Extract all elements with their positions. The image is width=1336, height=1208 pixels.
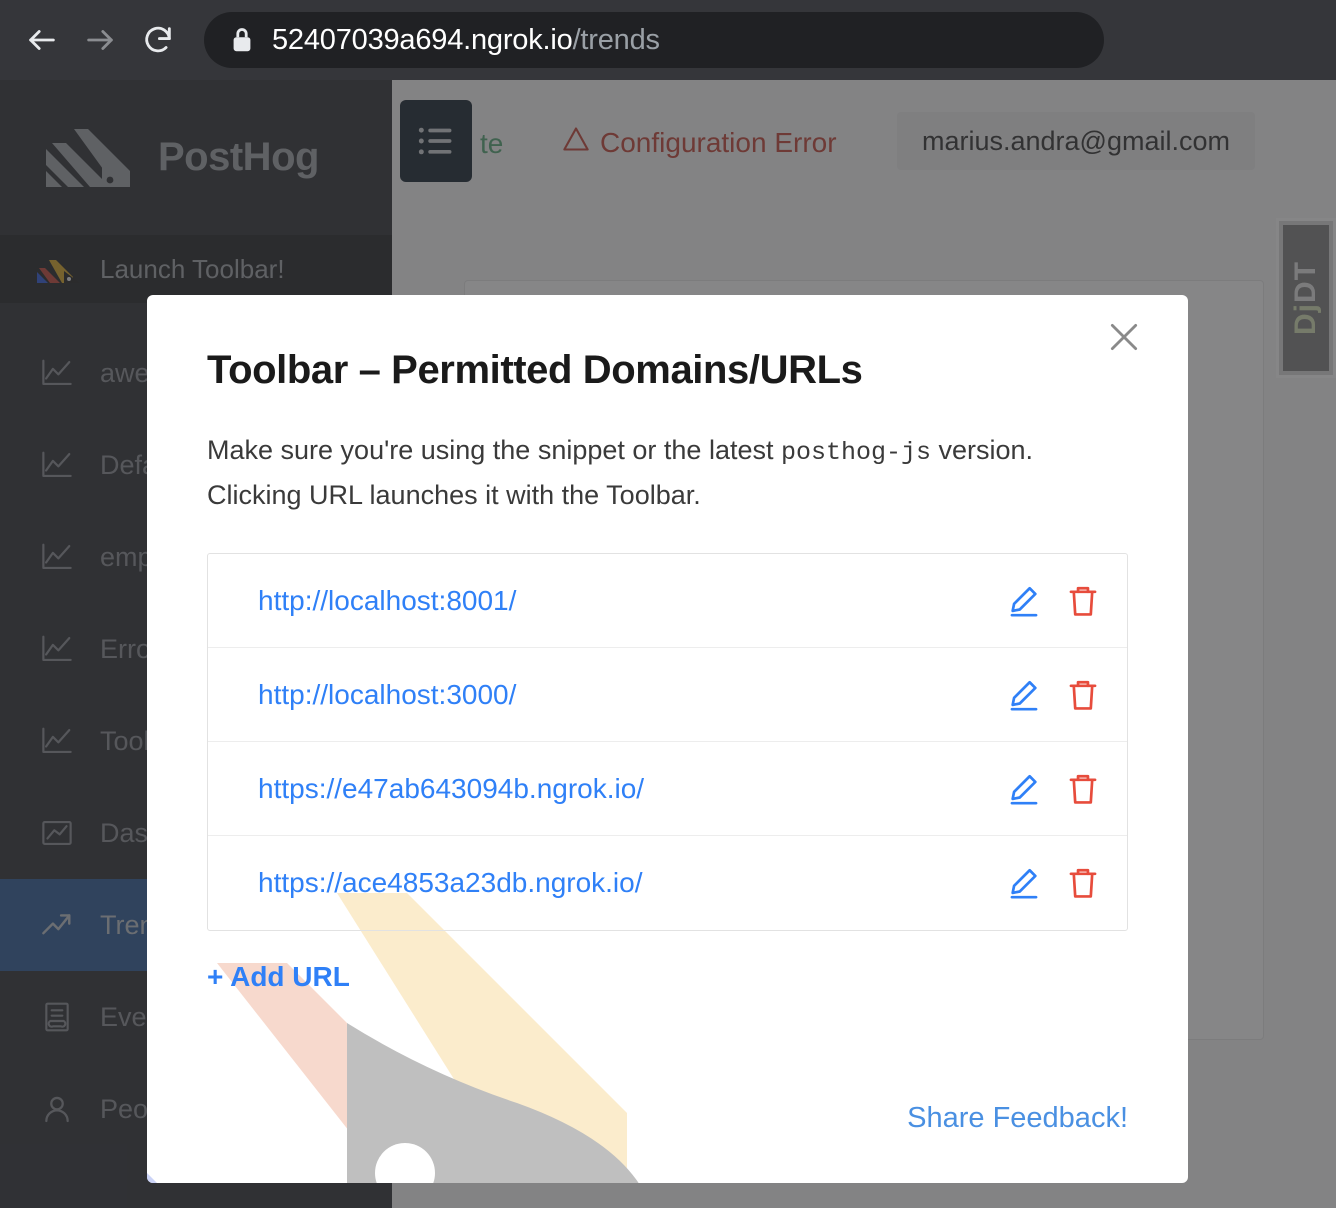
url-text: 52407039a694.ngrok.io/trends bbox=[272, 24, 660, 57]
url-domain: 52407039a694.ngrok.io bbox=[272, 24, 573, 56]
pencil-edit-icon[interactable] bbox=[1007, 866, 1041, 900]
trash-delete-icon[interactable] bbox=[1067, 678, 1099, 712]
trash-delete-icon[interactable] bbox=[1067, 772, 1099, 806]
list-item: https://ace4853a23db.ngrok.io/ bbox=[208, 836, 1127, 930]
add-url-button[interactable]: + Add URL bbox=[207, 961, 350, 993]
row-actions bbox=[1007, 584, 1099, 618]
reload-icon bbox=[141, 23, 175, 57]
list-item: http://localhost:3000/ bbox=[208, 648, 1127, 742]
trash-delete-icon[interactable] bbox=[1067, 866, 1099, 900]
share-feedback-link[interactable]: Share Feedback! bbox=[907, 1102, 1128, 1135]
close-button[interactable] bbox=[1098, 313, 1150, 365]
modal-body: Toolbar – Permitted Domains/URLs Make su… bbox=[147, 295, 1188, 1183]
back-button[interactable] bbox=[18, 16, 66, 64]
url-link[interactable]: http://localhost:3000/ bbox=[258, 679, 516, 711]
arrow-left-icon bbox=[25, 23, 59, 57]
permitted-url-list: http://localhost:8001/ bbox=[207, 553, 1128, 931]
browser-toolbar: 52407039a694.ngrok.io/trends bbox=[0, 0, 1336, 80]
screenshot-root: 52407039a694.ngrok.io/trends te bbox=[0, 0, 1336, 1208]
url-path: /trends bbox=[573, 24, 660, 56]
close-icon bbox=[1104, 317, 1144, 362]
reload-button[interactable] bbox=[134, 16, 182, 64]
description-code: posthog-js bbox=[781, 438, 931, 467]
permitted-domains-modal: Toolbar – Permitted Domains/URLs Make su… bbox=[147, 295, 1188, 1183]
row-actions bbox=[1007, 678, 1099, 712]
description-part1: Make sure you're using the snippet or th… bbox=[207, 435, 781, 465]
arrow-right-icon bbox=[83, 23, 117, 57]
app-container: te Configuration Error marius.andra@gmai… bbox=[0, 80, 1336, 1208]
pencil-edit-icon[interactable] bbox=[1007, 584, 1041, 618]
row-actions bbox=[1007, 866, 1099, 900]
modal-description: Make sure you're using the snippet or th… bbox=[207, 429, 1128, 517]
pencil-edit-icon[interactable] bbox=[1007, 678, 1041, 712]
row-actions bbox=[1007, 772, 1099, 806]
list-item: https://e47ab643094b.ngrok.io/ bbox=[208, 742, 1127, 836]
url-link[interactable]: http://localhost:8001/ bbox=[258, 585, 516, 617]
address-bar[interactable]: 52407039a694.ngrok.io/trends bbox=[204, 12, 1104, 68]
list-item: http://localhost:8001/ bbox=[208, 554, 1127, 648]
url-link[interactable]: https://e47ab643094b.ngrok.io/ bbox=[258, 773, 644, 805]
pencil-edit-icon[interactable] bbox=[1007, 772, 1041, 806]
forward-button[interactable] bbox=[76, 16, 124, 64]
lock-icon bbox=[230, 26, 254, 54]
modal-title: Toolbar – Permitted Domains/URLs bbox=[207, 295, 1128, 393]
url-link[interactable]: https://ace4853a23db.ngrok.io/ bbox=[258, 867, 643, 899]
trash-delete-icon[interactable] bbox=[1067, 584, 1099, 618]
